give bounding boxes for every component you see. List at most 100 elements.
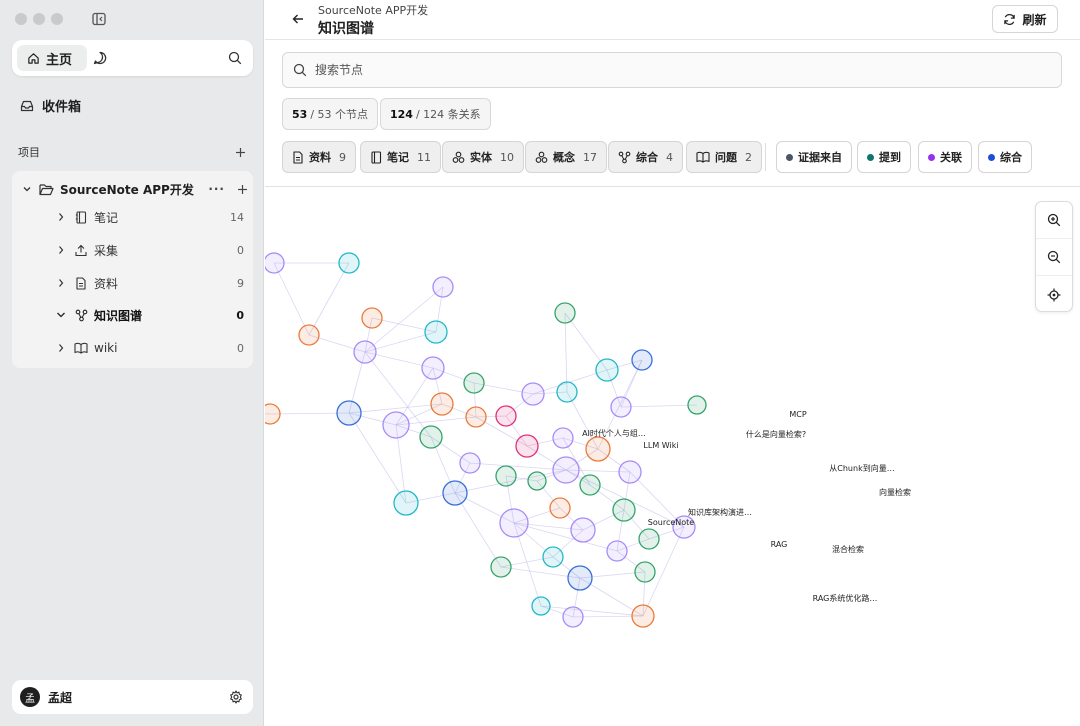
graph-edge <box>564 312 568 393</box>
upload-icon <box>74 244 88 257</box>
graph-node[interactable] <box>393 490 419 516</box>
graph-node[interactable] <box>631 349 653 371</box>
graph-node[interactable] <box>634 561 656 583</box>
tree-item-wiki[interactable]: wiki 0 <box>56 338 244 358</box>
graph-node[interactable] <box>554 302 576 324</box>
graph-node[interactable] <box>353 340 377 364</box>
graph-node[interactable] <box>595 358 619 382</box>
graph-node[interactable] <box>610 396 632 418</box>
chevron-down-icon[interactable] <box>56 311 66 319</box>
graph-node[interactable] <box>495 465 517 487</box>
graph-node[interactable] <box>562 606 584 628</box>
home-button[interactable]: 主页 <box>17 45 87 71</box>
graph-node[interactable] <box>552 427 574 449</box>
graph-node[interactable] <box>521 382 545 406</box>
node-label: RAG系统优化路… <box>813 593 878 603</box>
node-label: 知识库架构演进… <box>688 507 752 517</box>
search-icon[interactable] <box>228 51 242 68</box>
graph-node[interactable] <box>556 381 578 403</box>
graph-node[interactable] <box>618 460 642 484</box>
graph-node[interactable] <box>499 508 529 538</box>
tree-item-count: 0 <box>236 308 244 322</box>
graph-node[interactable] <box>382 411 410 439</box>
projects-header: 项目 <box>18 144 246 160</box>
tree-item-count: 9 <box>237 276 244 290</box>
graph-node[interactable] <box>531 596 551 616</box>
inbox-label: 收件箱 <box>42 100 82 115</box>
graph-node[interactable] <box>430 392 454 416</box>
chevron-right-icon[interactable] <box>56 212 66 222</box>
user-name: 孟超 <box>48 690 73 705</box>
graph-node[interactable] <box>527 471 547 491</box>
inbox-icon <box>20 100 34 111</box>
graph-node[interactable] <box>515 434 539 458</box>
window-controls[interactable] <box>15 13 63 25</box>
chevron-down-icon[interactable] <box>22 184 32 194</box>
knowledge-graph-canvas[interactable]: AI时代个人与组… LLM Wiki 什么是向量检索? MCP 从Chunk到向… <box>265 0 1080 726</box>
add-item-icon[interactable] <box>237 184 248 195</box>
graph-node[interactable] <box>495 405 517 427</box>
user-card[interactable]: 孟 孟超 <box>12 680 253 714</box>
graph-node[interactable] <box>463 372 485 394</box>
more-icon[interactable]: ··· <box>208 182 225 196</box>
graph-node[interactable] <box>298 324 320 346</box>
tree-item-collect[interactable]: 采集 0 <box>56 240 244 260</box>
graph-node[interactable] <box>459 452 481 474</box>
graph-node[interactable] <box>567 565 593 591</box>
maximize-window-button[interactable] <box>51 13 63 25</box>
graph-node[interactable] <box>542 546 564 568</box>
chevron-right-icon[interactable] <box>56 245 66 255</box>
zoom-out-icon[interactable] <box>1036 239 1072 276</box>
tree-item-count: 14 <box>230 210 244 224</box>
add-project-icon[interactable] <box>235 147 246 158</box>
graph-edge <box>469 462 567 471</box>
graph-node[interactable] <box>585 436 611 462</box>
inbox-link[interactable]: 收件箱 <box>20 96 81 115</box>
graph-node[interactable] <box>419 425 443 449</box>
minimize-window-button[interactable] <box>33 13 45 25</box>
chat-icon[interactable] <box>92 50 108 69</box>
graph-node[interactable] <box>336 400 362 426</box>
node-label: 从Chunk到向量… <box>829 463 894 473</box>
graph-node[interactable] <box>265 403 281 425</box>
graph-node[interactable] <box>361 307 383 329</box>
tree-item-notes[interactable]: 笔记 14 <box>56 207 244 227</box>
zoom-in-icon[interactable] <box>1036 202 1072 239</box>
project-item[interactable]: SourceNote APP开发 ··· <box>22 179 248 199</box>
graph-node[interactable] <box>490 556 512 578</box>
sidebar-toggle-icon[interactable] <box>92 12 106 26</box>
graph-node[interactable] <box>579 474 601 496</box>
graph-edge <box>454 492 502 568</box>
locate-icon[interactable] <box>1036 276 1072 313</box>
notebook-icon <box>74 210 88 224</box>
graph-node[interactable] <box>424 320 448 344</box>
graph-node[interactable] <box>687 395 707 415</box>
graph-node[interactable] <box>421 356 445 380</box>
graph-node[interactable] <box>570 517 596 543</box>
chevron-right-icon[interactable] <box>56 343 66 353</box>
graph-node[interactable] <box>265 252 285 274</box>
graph-node[interactable] <box>442 480 468 506</box>
graph-node[interactable] <box>465 406 487 428</box>
tree-item-label: wiki <box>94 341 118 355</box>
tree-item-knowledge-graph[interactable]: 知识图谱 0 <box>56 305 244 325</box>
graph-node[interactable] <box>606 540 628 562</box>
graph-node[interactable] <box>338 252 360 274</box>
graph-node[interactable] <box>552 456 580 484</box>
gear-icon[interactable] <box>229 690 243 704</box>
graph-node[interactable] <box>432 276 454 298</box>
close-window-button[interactable] <box>15 13 27 25</box>
graph-node[interactable] <box>631 604 655 628</box>
folder-open-icon <box>39 183 54 195</box>
chevron-right-icon[interactable] <box>56 278 66 288</box>
zoom-controls <box>1035 201 1073 312</box>
graph-nodes[interactable] <box>265 252 707 628</box>
node-label: SourceNote <box>648 518 694 527</box>
tree-item-label: 采集 <box>94 243 119 258</box>
sidebar: 主页 收件箱 项目 SourceNote APP开发 ··· 笔记 14 采集 … <box>0 0 264 726</box>
tree-item-materials[interactable]: 资料 9 <box>56 273 244 293</box>
graph-node[interactable] <box>549 497 571 519</box>
graph-node[interactable] <box>638 528 660 550</box>
tree-item-label: 知识图谱 <box>94 308 143 323</box>
graph-node[interactable] <box>612 498 636 522</box>
